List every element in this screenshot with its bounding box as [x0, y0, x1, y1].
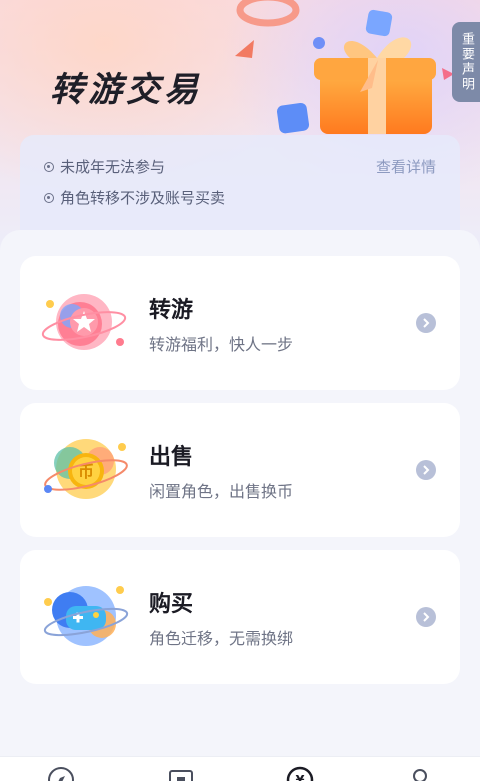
- chevron-right-icon: [416, 607, 436, 627]
- buy-card[interactable]: 购买 角色迁移，无需换绑: [20, 550, 460, 684]
- page-title: 转游交易: [50, 70, 202, 110]
- svg-text:¥: ¥: [295, 774, 304, 781]
- star-planet-icon: [41, 294, 127, 350]
- compass-icon[interactable]: [46, 765, 76, 781]
- tip-item: 角色转移不涉及账号买卖: [44, 187, 225, 208]
- card-subtitle: 转游福利，快人一步: [149, 335, 294, 354]
- card-subtitle: 角色迁移，无需换绑: [149, 629, 294, 648]
- coin-planet-icon: 币: [44, 439, 128, 499]
- card-subtitle: 闲置角色，出售换币: [149, 482, 294, 501]
- bottom-tab-bar: ¥: [0, 756, 480, 781]
- triangle-decoration: [235, 40, 254, 58]
- gift-box-icon: [314, 37, 436, 134]
- ring-decoration: [236, 0, 300, 27]
- cube-decoration: [276, 102, 310, 134]
- chevron-right-icon: [416, 313, 436, 333]
- store-icon[interactable]: [166, 765, 196, 781]
- card-title: 转游: [149, 298, 194, 323]
- transfer-card[interactable]: 转游 转游福利，快人一步: [20, 256, 460, 390]
- tip-item: 未成年无法参与: [44, 156, 165, 177]
- chevron-right-icon: [416, 460, 436, 480]
- exchange-icon[interactable]: ¥: [285, 765, 315, 781]
- notice-box: 未成年无法参与 角色转移不涉及账号买卖 查看详情: [20, 135, 460, 230]
- important-notice-tab[interactable]: 重要声明: [452, 22, 480, 102]
- gamepad-planet-icon: [43, 586, 129, 646]
- tip-text: 未成年无法参与: [60, 158, 166, 176]
- sell-card[interactable]: 币 出售 闲置角色，出售换币: [20, 403, 460, 537]
- tip-text: 角色转移不涉及账号买卖: [60, 189, 226, 207]
- options-panel: 转游 转游福利，快人一步 币 出售 闲置角色，出售换币 购买 角色迁移，无需换绑: [0, 230, 480, 760]
- bullet-icon: [44, 192, 54, 203]
- card-title: 购买: [149, 592, 194, 617]
- view-details-link[interactable]: 查看详情: [376, 156, 436, 177]
- bullet-icon: [44, 161, 54, 172]
- profile-icon[interactable]: [405, 765, 435, 781]
- card-title: 出售: [149, 445, 194, 470]
